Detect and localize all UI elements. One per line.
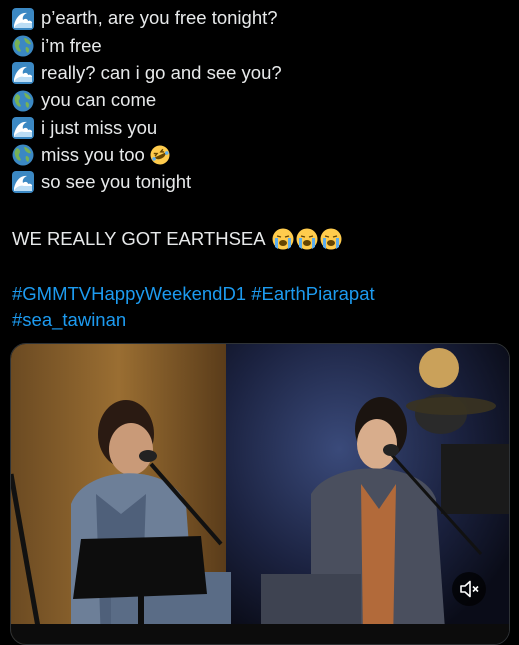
tweet-headline: WE REALLY GOT EARTHSEA xyxy=(12,228,342,250)
hashtag-link[interactable]: #EarthPiarapat xyxy=(251,283,374,304)
hashtag-row: #GMMTVHappyWeekendD1 #EarthPiarapat xyxy=(12,281,375,307)
video-player[interactable] xyxy=(10,343,510,645)
hashtag-link[interactable]: #sea_tawinan xyxy=(12,309,126,330)
loudly-crying-face-icon xyxy=(320,228,342,250)
wave-icon xyxy=(12,171,34,194)
wave-icon xyxy=(12,116,34,139)
hashtag-link[interactable]: #GMMTVHappyWeekendD1 xyxy=(12,283,246,304)
line-text: you can come xyxy=(41,89,157,111)
dialogue-line: you can come xyxy=(12,87,282,114)
headline-text: WE REALLY GOT EARTHSEA xyxy=(12,228,266,249)
wave-icon xyxy=(12,62,34,85)
dialogue-line: i just miss you xyxy=(12,114,282,141)
dialogue-line: so see you tonight xyxy=(12,169,282,196)
dialogue-line: p’earth, are you free tonight? xyxy=(12,5,282,32)
line-text: really? can i go and see you? xyxy=(41,61,282,83)
hashtags: #GMMTVHappyWeekendD1 #EarthPiarapat #sea… xyxy=(12,281,375,333)
dialogue-line: really? can i go and see you? xyxy=(12,60,282,87)
line-text: so see you tonight xyxy=(41,171,192,193)
line-text: i’m free xyxy=(41,34,102,56)
loudly-crying-face-icon xyxy=(272,228,294,250)
line-text: i just miss you xyxy=(41,116,158,138)
mute-button[interactable] xyxy=(452,572,486,606)
line-text: p’earth, are you free tonight? xyxy=(41,7,278,29)
line-text: miss you too xyxy=(41,143,145,165)
rolling-on-floor-laughing-icon xyxy=(150,145,170,165)
globe-icon xyxy=(12,144,34,166)
loudly-crying-face-icon xyxy=(296,228,318,250)
hashtag-row: #sea_tawinan xyxy=(12,307,375,333)
tweet-text: p’earth, are you free tonight? i’m free … xyxy=(12,5,282,196)
video-frame xyxy=(11,344,509,644)
dialogue-line: i’m free xyxy=(12,32,282,59)
speaker-muted-icon xyxy=(460,580,479,598)
globe-icon xyxy=(12,90,34,112)
wave-icon xyxy=(12,7,34,30)
dialogue-line: miss you too xyxy=(12,141,282,168)
globe-icon xyxy=(12,35,34,57)
